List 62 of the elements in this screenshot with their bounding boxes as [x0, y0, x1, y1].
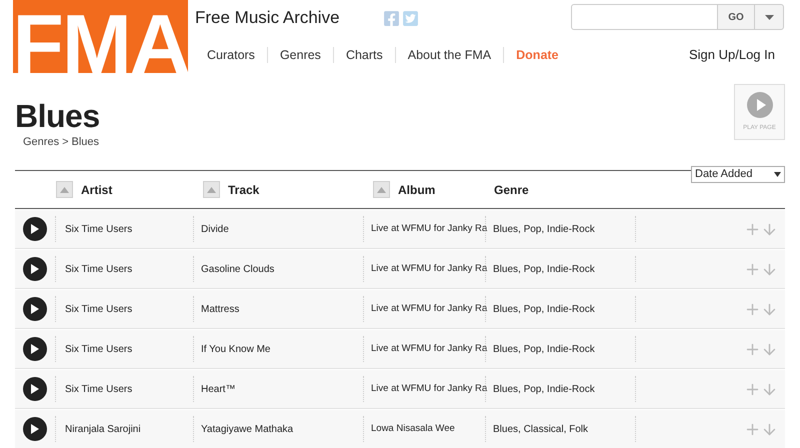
- table-cell[interactable]: Live at WFMU for Janky Ra: [364, 262, 485, 276]
- table-cell-text: Blues, Pop, Indie-Rock: [492, 262, 596, 276]
- sort-icon[interactable]: [373, 181, 390, 198]
- page-title: Blues: [15, 98, 101, 134]
- site-title: Free Music Archive: [195, 7, 340, 30]
- table-cell-text: Blues, Pop, Indie-Rock: [492, 342, 596, 356]
- column-header[interactable]: Genre: [493, 180, 529, 198]
- table-cell[interactable]: Heart™: [194, 382, 363, 396]
- play-button[interactable]: [23, 417, 47, 441]
- table-cell-text: Blues, Pop, Indie-Rock: [492, 302, 596, 316]
- table-cell[interactable]: Six Time Users: [56, 382, 193, 396]
- table-cell[interactable]: Yatagiyawe Mathaka: [194, 422, 363, 436]
- table-cell[interactable]: Six Time Users: [56, 302, 193, 316]
- play-icon: [31, 264, 39, 274]
- breadcrumb-link[interactable]: Blues: [72, 134, 100, 150]
- table-cell[interactable]: Six Time Users: [56, 222, 193, 236]
- column-header[interactable]: Artist: [81, 180, 112, 198]
- table-cell[interactable]: Niranjala Sarojini: [56, 422, 193, 436]
- breadcrumb-separator: >: [62, 135, 69, 150]
- table-cell[interactable]: Live at WFMU for Janky Ra: [364, 382, 485, 396]
- caret-icon: [764, 14, 774, 20]
- table-cell[interactable]: Divide: [194, 222, 363, 236]
- table-cell[interactable]: Six Time Users: [56, 342, 193, 356]
- table-cell[interactable]: Lowa Nisasala Wee: [364, 422, 485, 436]
- nav-link[interactable]: About the FMA: [396, 46, 504, 64]
- table-cell[interactable]: Live at WFMU for Janky Ra: [364, 342, 485, 356]
- table-cell-text: Blues, Classical, Folk: [492, 422, 590, 436]
- caret-icon: [774, 172, 781, 177]
- play-button[interactable]: [23, 377, 47, 401]
- play-icon: [31, 384, 39, 394]
- table-cell[interactable]: Mattress: [194, 302, 363, 316]
- play-icon: [31, 224, 39, 234]
- table-cell-text: Blues, Pop, Indie-Rock: [492, 222, 596, 236]
- table-cell[interactable]: Gasoline Clouds: [194, 262, 363, 276]
- facebook-icon[interactable]: [382, 10, 400, 26]
- sort-icon[interactable]: [56, 181, 73, 198]
- play-icon: [31, 424, 39, 434]
- table-cell-text: Blues, Pop, Indie-Rock: [492, 382, 596, 396]
- search-field[interactable]: [571, 4, 718, 30]
- play-icon: [746, 92, 772, 118]
- nav-link[interactable]: Genres: [268, 46, 333, 64]
- play-button[interactable]: [23, 257, 47, 281]
- column-header[interactable]: Track: [228, 180, 260, 198]
- go-button[interactable]: GO: [718, 4, 754, 30]
- table-cell[interactable]: Live at WFMU for Janky Ra: [364, 302, 485, 316]
- play-button[interactable]: [23, 297, 47, 321]
- sign-in-link[interactable]: Sign Up/Log In: [688, 45, 775, 65]
- play-icon: [31, 304, 39, 314]
- twitter-icon[interactable]: [402, 10, 419, 26]
- sort-select[interactable]: Date Added: [691, 166, 785, 183]
- nav-link[interactable]: Curators: [195, 46, 267, 64]
- table-cell[interactable]: Live at WFMU for Janky Ra: [364, 222, 485, 236]
- play-icon: [31, 344, 39, 354]
- dropdown-button[interactable]: [754, 4, 784, 30]
- nav-link[interactable]: Charts: [334, 46, 395, 64]
- table-cell[interactable]: If You Know Me: [194, 342, 363, 356]
- sort-icon[interactable]: [203, 181, 220, 198]
- play-button[interactable]: [23, 337, 47, 361]
- play-button[interactable]: [23, 217, 47, 241]
- table-cell[interactable]: Six Time Users: [56, 262, 193, 276]
- column-header[interactable]: Album: [398, 180, 436, 198]
- breadcrumb-link[interactable]: Genres: [23, 134, 60, 150]
